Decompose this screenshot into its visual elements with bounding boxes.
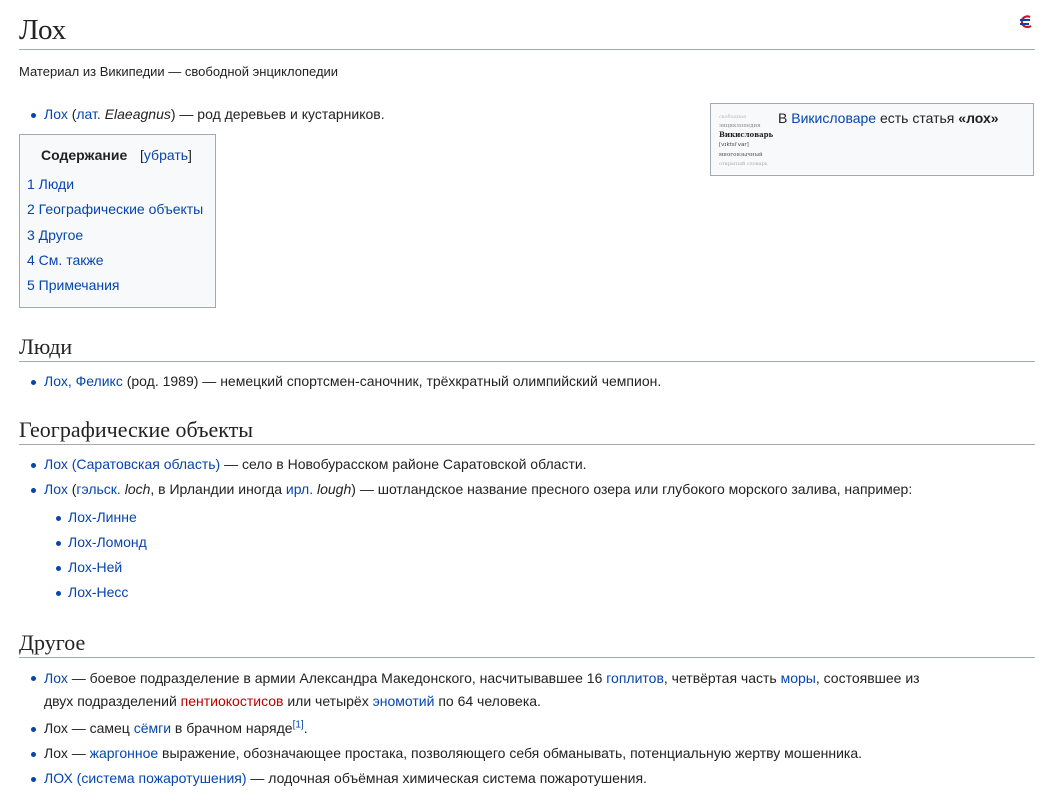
- latin-name: Elaeagnus: [104, 106, 171, 122]
- article: Лох Материал из Википедии — свободной эн…: [19, 0, 1035, 786]
- heading-other: Другое: [19, 629, 1035, 658]
- toc-hide-link[interactable]: убрать: [144, 147, 188, 163]
- toc-item-geo[interactable]: 2 Географические объекты: [27, 201, 203, 217]
- link-lokh-saratov[interactable]: Лох (Саратовская область): [44, 456, 220, 472]
- site-subtitle: Материал из Википедии — свободной энцикл…: [19, 64, 339, 79]
- geo-list: Лох (Саратовская область) — село в Новоб…: [19, 454, 1035, 499]
- toc-item-see-also[interactable]: 4 См. также: [27, 252, 104, 268]
- link-jargon[interactable]: жаргонное: [90, 745, 159, 761]
- toc-item-people[interactable]: 1 Люди: [27, 176, 74, 192]
- toc-toggle: [убрать]: [140, 147, 192, 163]
- people-list: Лох, Феликс (род. 1989) — немецкий спорт…: [19, 371, 1035, 391]
- link-lokh-loch[interactable]: Лох: [44, 481, 68, 497]
- list-item: Лох-Линне: [19, 505, 1035, 530]
- wiktionary-link[interactable]: Викисловаре: [791, 110, 876, 126]
- list-item: Лох — жаргонное выражение, обозначающее …: [19, 743, 1035, 763]
- lochs-list: Лох-Линне Лох-Ломонд Лох-Ней Лох-Несс: [19, 505, 1035, 605]
- ref-1[interactable]: [1]: [293, 719, 304, 730]
- wiktionary-logo[interactable]: свободная энциклопедия Викисловарь [vɪkt…: [717, 110, 775, 168]
- wiktionary-term: «лох»: [958, 110, 999, 126]
- list-item: Лох (Саратовская область) — село в Новоб…: [19, 454, 1035, 474]
- list-item: Лох — боевое подразделение в армии Алекс…: [19, 667, 1035, 713]
- toc-item-other[interactable]: 3 Другое: [27, 227, 83, 243]
- wiktionary-logo-title: Викисловарь: [719, 130, 774, 139]
- link-latin[interactable]: лат.: [76, 106, 100, 122]
- table-of-contents: Содержание [убрать] 1 Люди 2 Географичес…: [19, 134, 216, 308]
- intro-list: Лох (лат. Elaeagnus) — род деревьев и ку…: [19, 104, 669, 124]
- list-item: ЛОХ (система пожаротушения) — лодочная о…: [19, 768, 1035, 788]
- link-lokh-military[interactable]: Лох: [44, 670, 68, 686]
- featured-lang-icon[interactable]: [1017, 14, 1035, 30]
- link-pentikostys[interactable]: пентиокостисов: [181, 693, 284, 709]
- link-gaelic[interactable]: гэльск.: [76, 481, 120, 497]
- list-item: Лох (лат. Elaeagnus) — род деревьев и ку…: [19, 104, 669, 124]
- wiktionary-logo-sub2: открытый словарь: [719, 161, 768, 167]
- list-item: Лох (гэльск. loch, в Ирландии иногда ирл…: [19, 479, 1035, 499]
- link-felix-loch[interactable]: Лох, Феликс: [44, 373, 123, 389]
- heading-geo: Географические объекты: [19, 416, 1035, 445]
- link-enomoty[interactable]: эномотий: [373, 693, 435, 709]
- link-semga[interactable]: сёмги: [134, 720, 171, 736]
- heading-people: Люди: [19, 333, 1035, 362]
- link-irish[interactable]: ирл.: [286, 481, 313, 497]
- list-item: Лох-Ломонд: [19, 530, 1035, 555]
- link-lokh[interactable]: Лох: [44, 106, 68, 122]
- svg-text:энциклопедия: энциклопедия: [719, 123, 761, 129]
- link-hoplites[interactable]: гоплитов: [606, 670, 664, 686]
- wiktionary-logo-sub1: многоязычный: [719, 152, 763, 158]
- wiktionary-text: В Викисловаре есть статья «лох»: [778, 110, 999, 126]
- toc-item-notes[interactable]: 5 Примечания: [27, 277, 120, 293]
- list-item: Лох-Несс: [19, 580, 1035, 605]
- toc-title: Содержание: [41, 147, 128, 163]
- link-loch-ness[interactable]: Лох-Несс: [68, 584, 128, 600]
- link-lokh-fire-system[interactable]: ЛОХ (система пожаротушения): [44, 770, 247, 786]
- list-item: Лох-Ней: [19, 555, 1035, 580]
- link-lough-neagh[interactable]: Лох-Ней: [68, 559, 122, 575]
- wiktionary-box: свободная энциклопедия Викисловарь [vɪkt…: [710, 103, 1034, 176]
- other-list: Лох — боевое подразделение в армии Алекс…: [19, 667, 1035, 788]
- wiktionary-logo-ipa: [vɪktsiˈvar]: [719, 141, 749, 148]
- list-item: Лох — самец сёмги в брачном наряде[1].: [19, 718, 1035, 738]
- link-loch-linnhe[interactable]: Лох-Линне: [68, 509, 137, 525]
- svg-text:свободная: свободная: [719, 113, 746, 120]
- link-mora[interactable]: моры: [781, 670, 816, 686]
- link-loch-lomond[interactable]: Лох-Ломонд: [68, 534, 147, 550]
- list-item: Лох, Феликс (род. 1989) — немецкий спорт…: [19, 371, 1035, 391]
- page-title: Лох: [19, 0, 1035, 50]
